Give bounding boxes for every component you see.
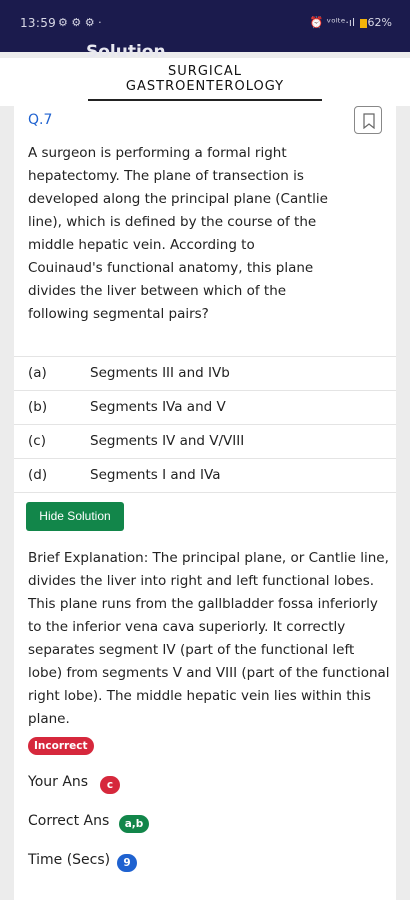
battery-level: 62% <box>367 16 392 29</box>
status-right: ⏰ ᵛᵒˡᵗᵉ·ıl 62% <box>309 16 392 29</box>
option-text: Segments IVa and V <box>90 399 226 415</box>
signal-icon: ⏰ ᵛᵒˡᵗᵉ·ıl <box>309 16 356 29</box>
correct-ans-label: Correct Ans <box>28 813 110 829</box>
result-badge: Incorrect <box>28 737 94 755</box>
option-label: (b) <box>28 399 48 415</box>
your-ans-badge: c <box>100 776 120 794</box>
question-text: A surgeon is performing a formal right h… <box>28 145 328 322</box>
battery-icon <box>359 18 367 28</box>
option-c[interactable]: (c) Segments IV and V/VIII <box>14 424 396 457</box>
option-text: Segments IV and V/VIII <box>90 433 245 449</box>
bookmark-icon <box>363 113 375 129</box>
bookmark-button[interactable] <box>354 106 382 134</box>
options-divider <box>14 492 396 493</box>
notification-icons: ⚙ ⚙ ⚙ · <box>58 16 102 29</box>
subject-title-line2: GASTROENTEROLOGY <box>125 79 285 94</box>
option-text: Segments I and IVa <box>90 467 221 483</box>
option-a[interactable]: (a) Segments III and IVb <box>14 356 396 389</box>
subject-title-line1: SURGICAL <box>168 64 242 79</box>
explanation-text: Brief Explanation: The principal plane, … <box>28 550 390 727</box>
option-label: (c) <box>28 433 46 449</box>
option-text: Segments III and IVb <box>90 365 230 381</box>
correct-ans-badge: a,b <box>119 815 149 833</box>
option-b[interactable]: (b) Segments IVa and V <box>14 390 396 423</box>
question-card: Q.7 A surgeon is performing a formal rig… <box>14 102 396 900</box>
option-label: (d) <box>28 467 48 483</box>
subject-header: SURGICAL GASTROENTEROLOGY <box>0 58 410 106</box>
question-number: Q.7 <box>28 112 53 128</box>
your-ans-label: Your Ans <box>28 774 89 790</box>
option-d[interactable]: (d) Segments I and IVa <box>14 458 396 491</box>
status-time: 13:59 <box>20 16 57 30</box>
hide-solution-button[interactable]: Hide Solution <box>26 502 124 531</box>
header-underline <box>88 99 322 101</box>
option-label: (a) <box>28 365 47 381</box>
status-bar: 13:59 ⚙ ⚙ ⚙ · ⏰ ᵛᵒˡᵗᵉ·ıl 62% Solution <box>0 0 410 62</box>
time-label: Time (Secs) <box>28 852 111 868</box>
time-badge: 9 <box>117 854 137 872</box>
